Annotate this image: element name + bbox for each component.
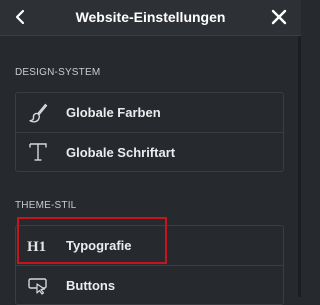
close-icon [271, 9, 287, 25]
menu-item-label: Globale Farben [66, 105, 161, 120]
menu-item-typography[interactable]: H1 Typografie [16, 226, 283, 265]
back-button[interactable] [10, 6, 30, 28]
panel-title: Website-Einstellungen [75, 9, 226, 25]
menu-item-label: Buttons [66, 277, 116, 293]
design-system-group: Globale Farben Globale Schriftart [15, 92, 284, 172]
section-title-design-system: DESIGN-SYSTEM [15, 67, 101, 78]
font-T-icon [26, 140, 50, 164]
close-button[interactable] [268, 6, 290, 28]
site-settings-panel: Website-Einstellungen DESIGN-SYSTEM Glob… [0, 0, 301, 305]
menu-item-global-font[interactable]: Globale Schriftart [16, 132, 283, 171]
theme-style-group: H1 Typografie Buttons [15, 225, 284, 305]
heading-H1-icon: H1 [26, 234, 50, 258]
menu-item-label: Typografie [66, 238, 132, 253]
button-cursor-icon [26, 273, 50, 297]
scroll-edge [298, 36, 301, 297]
menu-item-global-colors[interactable]: Globale Farben [16, 93, 283, 132]
svg-text:H1: H1 [27, 239, 46, 255]
menu-item-label: Globale Schriftart [66, 144, 176, 160]
section-title-theme-style: THEME-STIL [15, 200, 77, 211]
brush-icon [26, 101, 50, 125]
menu-item-buttons[interactable]: Buttons [16, 265, 283, 304]
panel-header: Website-Einstellungen [0, 0, 301, 36]
chevron-left-icon [15, 9, 25, 25]
